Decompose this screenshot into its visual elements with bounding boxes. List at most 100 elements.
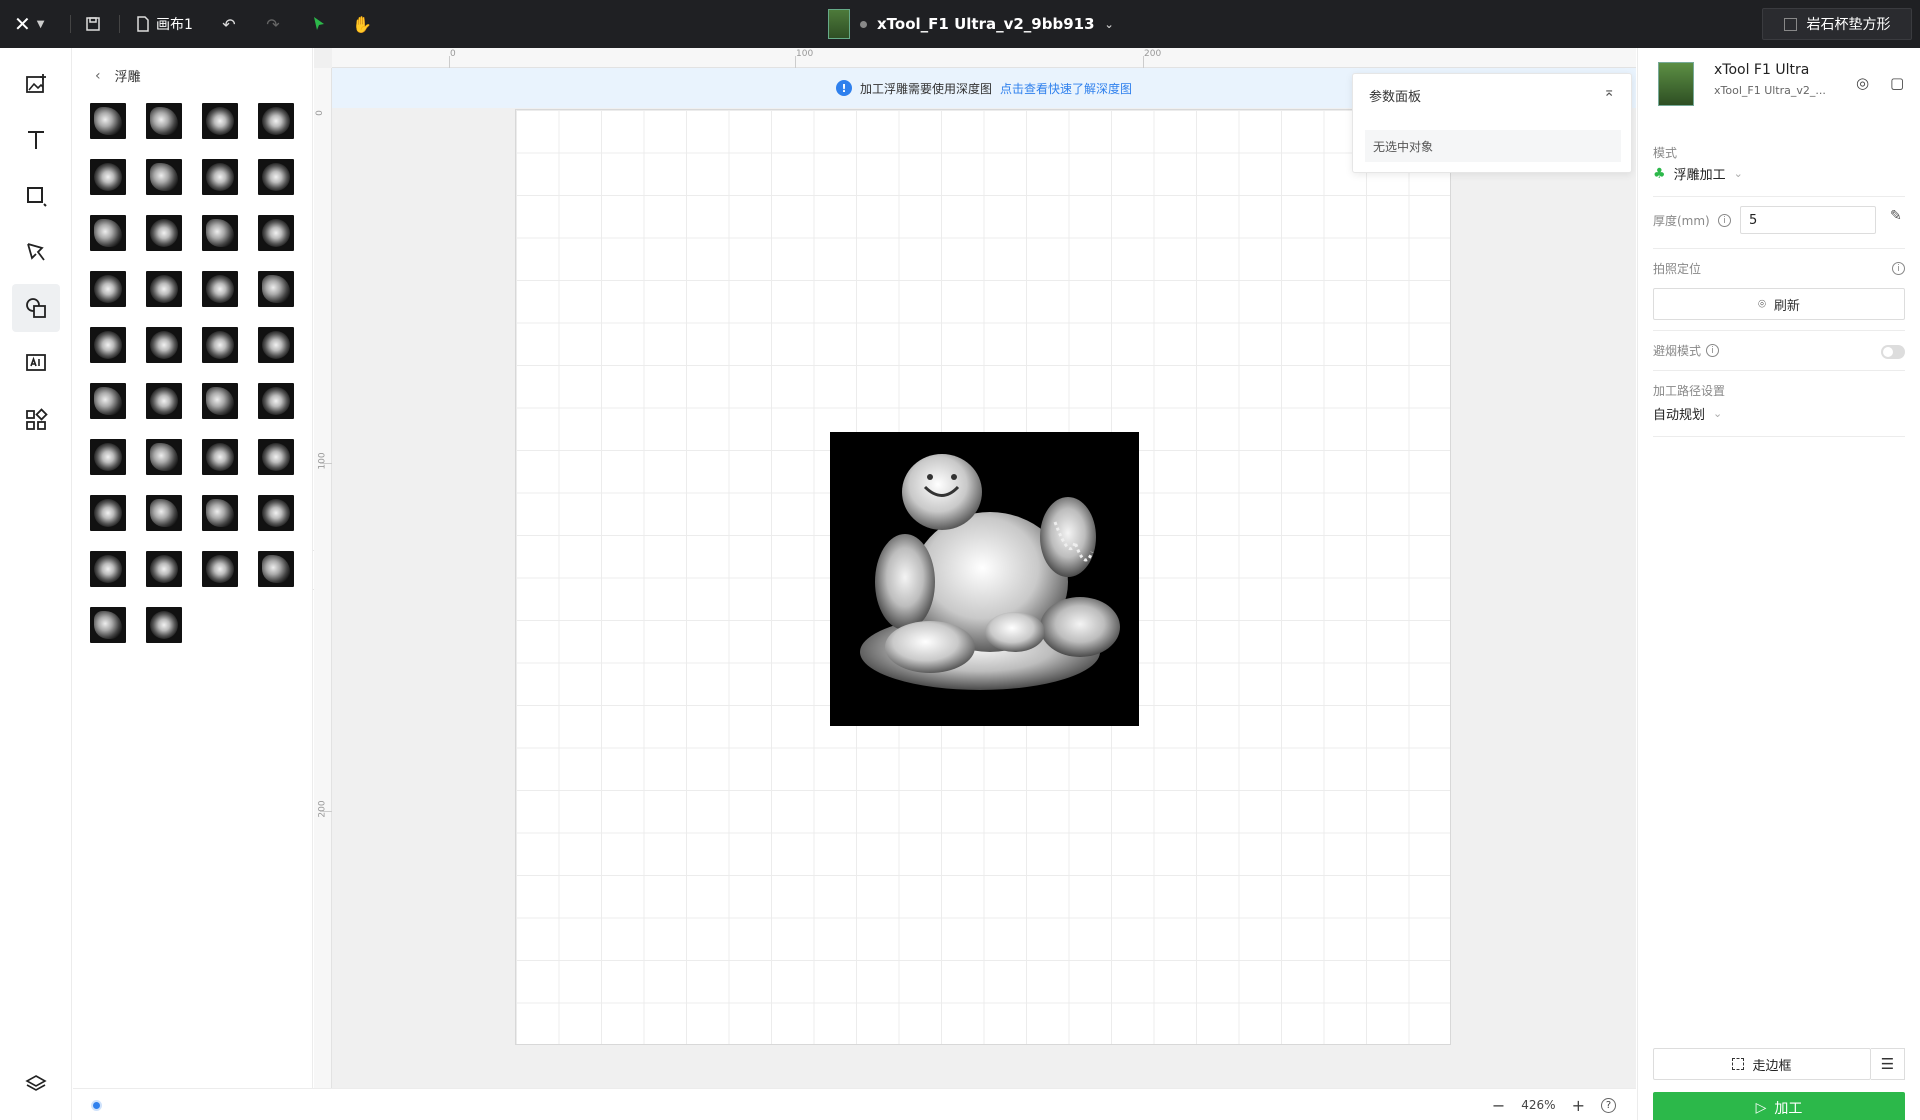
- relief-template-tile[interactable]: [258, 271, 294, 307]
- relief-template-tile[interactable]: [258, 159, 294, 195]
- device-thumbnail-icon: [828, 9, 850, 39]
- process-button[interactable]: ▷ 加工: [1653, 1092, 1905, 1120]
- relief-template-tile[interactable]: [202, 495, 238, 531]
- relief-template-tile[interactable]: [202, 327, 238, 363]
- relief-template-tile[interactable]: [202, 271, 238, 307]
- canvas-workarea[interactable]: 0 100 200 0 100 200 ! 加工浮雕需要使用深度图 点击查看快速…: [314, 48, 1636, 1088]
- relief-template-tile[interactable]: [202, 551, 238, 587]
- mode-select[interactable]: ♣ 浮雕加工 ⌄: [1653, 164, 1743, 184]
- relief-template-tile[interactable]: [202, 439, 238, 475]
- relief-template-tile[interactable]: [90, 271, 126, 307]
- device-name: xTool F1 Ultra: [1714, 62, 1810, 78]
- device-selector[interactable]: xTool_F1 Ultra_v2_9bb913 ⌄: [828, 0, 1114, 48]
- relief-thumbnail: [206, 331, 234, 359]
- relief-template-tile[interactable]: [90, 159, 126, 195]
- relief-template-tile[interactable]: [258, 103, 294, 139]
- path-planning-value: 自动规划: [1653, 408, 1706, 423]
- relief-template-tile[interactable]: [258, 495, 294, 531]
- relief-thumbnail: [94, 107, 122, 135]
- relief-template-tile[interactable]: [90, 607, 126, 643]
- relief-thumbnail: [94, 275, 122, 303]
- relief-thumbnail: [94, 219, 122, 247]
- pen-tool-icon[interactable]: [12, 228, 60, 276]
- chevron-down-icon: ⌄: [1733, 167, 1743, 180]
- relief-template-tile[interactable]: [90, 439, 126, 475]
- relief-template-tile[interactable]: [202, 159, 238, 195]
- ruler-label: 200: [317, 800, 328, 818]
- info-icon[interactable]: i: [1706, 344, 1719, 357]
- collapse-icon[interactable]: ⌅: [1603, 84, 1615, 100]
- relief-template-tile[interactable]: [258, 215, 294, 251]
- material-preset-button[interactable]: 岩石杯垫方形: [1762, 8, 1912, 40]
- relief-template-tile[interactable]: [146, 215, 182, 251]
- apps-icon[interactable]: [12, 396, 60, 444]
- top-bar: ✕ ▼ 画布1 ↶ ↷ ✋ xTool_F1 Ultra_v2_9bb913 ⌄…: [0, 0, 1920, 48]
- depth-map-help-link[interactable]: 点击查看快速了解深度图: [1000, 80, 1132, 97]
- frame-menu-icon[interactable]: ☰: [1871, 1048, 1905, 1080]
- help-icon[interactable]: ?: [1601, 1097, 1616, 1113]
- relief-thumbnail: [94, 387, 122, 415]
- save-icon[interactable]: [81, 0, 105, 48]
- relief-template-tile[interactable]: [146, 439, 182, 475]
- relief-template-tile[interactable]: [146, 383, 182, 419]
- undo-icon[interactable]: ↶: [217, 0, 241, 48]
- relief-template-tile[interactable]: [202, 103, 238, 139]
- device-save-icon[interactable]: ▢: [1890, 74, 1904, 92]
- relief-template-tile[interactable]: [258, 383, 294, 419]
- relief-depth-image[interactable]: [830, 432, 1139, 726]
- relief-thumbnail: [94, 611, 122, 639]
- relief-template-tile[interactable]: [90, 495, 126, 531]
- right-settings-panel: xTool F1 Ultra xTool_F1 Ultra_v2_... ◎ ▢…: [1637, 48, 1920, 1120]
- relief-template-tile[interactable]: [202, 215, 238, 251]
- relief-template-tile[interactable]: [146, 271, 182, 307]
- ai-tool-icon[interactable]: [12, 340, 60, 388]
- app-menu-button[interactable]: ✕ ▼: [14, 0, 56, 48]
- thickness-input[interactable]: 5: [1740, 206, 1876, 234]
- relief-template-tile[interactable]: [90, 215, 126, 251]
- path-planning-select[interactable]: 自动规划 ⌄: [1653, 404, 1722, 423]
- relief-thumbnail: [150, 275, 178, 303]
- device-settings-icon[interactable]: ◎: [1856, 74, 1869, 92]
- zoom-out-button[interactable]: −: [1492, 1096, 1505, 1115]
- relief-template-tile[interactable]: [146, 551, 182, 587]
- smoke-avoid-toggle[interactable]: [1881, 345, 1905, 359]
- relief-template-tile[interactable]: [90, 551, 126, 587]
- relief-template-tile[interactable]: [90, 327, 126, 363]
- layers-icon[interactable]: [12, 1060, 60, 1108]
- edit-icon[interactable]: ✎: [1890, 208, 1902, 224]
- relief-thumbnail: [262, 107, 290, 135]
- back-arrow-icon[interactable]: ‹: [95, 68, 101, 84]
- info-icon[interactable]: i: [1892, 262, 1905, 275]
- zoom-in-button[interactable]: +: [1572, 1096, 1585, 1115]
- relief-library-panel: ‹ 浮雕: [73, 48, 313, 1088]
- relief-thumbnail: [262, 275, 290, 303]
- elements-tool-icon[interactable]: [12, 284, 60, 332]
- frame-button[interactable]: 走边框: [1653, 1048, 1871, 1080]
- relief-thumbnail: [262, 443, 290, 471]
- canvas-tab[interactable]: 画布1: [136, 0, 193, 48]
- relief-template-tile[interactable]: [90, 103, 126, 139]
- relief-template-tile[interactable]: [146, 159, 182, 195]
- relief-template-tile[interactable]: [146, 103, 182, 139]
- relief-template-tile[interactable]: [258, 327, 294, 363]
- relief-template-tile[interactable]: [258, 551, 294, 587]
- relief-thumbnail: [94, 331, 122, 359]
- divider: [1653, 330, 1905, 331]
- relief-template-tile[interactable]: [90, 383, 126, 419]
- select-tool-icon[interactable]: [307, 0, 331, 48]
- chevron-down-icon: ⌄: [1104, 17, 1114, 31]
- relief-template-tile[interactable]: [146, 495, 182, 531]
- refresh-button[interactable]: ⌾ 刷新: [1653, 288, 1905, 320]
- shape-tool-icon[interactable]: [12, 172, 60, 220]
- relief-template-tile[interactable]: [146, 607, 182, 643]
- relief-template-tile[interactable]: [258, 439, 294, 475]
- relief-template-tile[interactable]: [146, 327, 182, 363]
- relief-thumbnail: [206, 499, 234, 527]
- redo-icon[interactable]: ↷: [261, 0, 285, 48]
- info-icon[interactable]: i: [1718, 214, 1731, 227]
- add-image-icon[interactable]: [12, 60, 60, 108]
- relief-template-tile[interactable]: [202, 383, 238, 419]
- hand-tool-icon[interactable]: ✋: [350, 0, 374, 48]
- text-tool-icon[interactable]: [12, 116, 60, 164]
- material-preset-label: 岩石杯垫方形: [1806, 17, 1891, 33]
